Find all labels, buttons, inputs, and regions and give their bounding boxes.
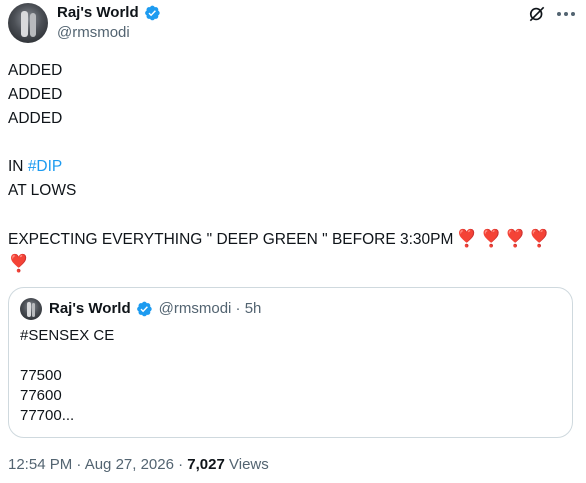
heart-exclamation-icon: ❣️: [528, 229, 551, 248]
verified-badge-icon: [144, 5, 160, 21]
hashtag-link[interactable]: #DIP: [28, 158, 62, 175]
tweet-line: IN #DIP: [8, 155, 576, 179]
heart-exclamation-icon: ❣️: [456, 229, 478, 248]
tweet-timestamp[interactable]: 12:54 PM · Aug 27, 2026 · 7,027 Views: [8, 455, 269, 475]
author-avatar[interactable]: [8, 3, 48, 43]
views-count: 7,027: [187, 456, 225, 473]
author-name[interactable]: Raj's World: [57, 4, 139, 22]
heart-exclamation-icon: ❣️: [480, 229, 502, 248]
quoted-line: 77700...: [20, 407, 75, 424]
quoted-handle-time: @rmsmodi · 5h: [158, 300, 262, 317]
verified-badge-icon: [136, 301, 152, 317]
quoted-tweet-card[interactable]: Raj's World @rmsmodi · 5h #SENSEX CE 775…: [8, 287, 573, 438]
tweet-line: ADDED: [8, 110, 63, 127]
tweet-line: EXPECTING EVERYTHING " DEEP GREEN " BEFO…: [8, 227, 576, 252]
more-options-icon[interactable]: [556, 4, 576, 24]
expect-text: EXPECTING EVERYTHING " DEEP GREEN " BEFO…: [8, 231, 454, 248]
tweet-line: AT LOWS: [8, 182, 77, 199]
quoted-author-name: Raj's World: [49, 300, 131, 317]
more-dot: [564, 12, 568, 16]
timestamp-text[interactable]: 12:54 PM · Aug 27, 2026 ·: [8, 456, 187, 473]
views-label: Views: [224, 456, 269, 473]
more-dot: [557, 12, 561, 16]
quoted-tweet-text: #SENSEX CE 77500 77600 77700...: [20, 326, 114, 426]
author-name-row[interactable]: Raj's World: [57, 4, 161, 22]
author-handle[interactable]: @rmsmodi: [57, 24, 130, 42]
tweet-line: ❣️: [8, 252, 576, 277]
quoted-tweet-header: Raj's World @rmsmodi · 5h: [49, 300, 261, 318]
grok-icon[interactable]: [527, 4, 547, 24]
heart-exclamation-icon: ❣️: [8, 254, 30, 273]
tweet-text: ADDED ADDED ADDED IN #DIP AT LOWS EXPECT…: [8, 59, 576, 277]
more-dot: [571, 12, 575, 16]
heart-exclamation-icon: ❣️: [504, 229, 526, 248]
quoted-author-avatar: [20, 298, 42, 320]
quoted-line-blank: [20, 346, 114, 366]
quoted-line: 77600: [20, 387, 62, 404]
quoted-line: 77500: [20, 367, 62, 384]
tweet-text-prefix: IN: [8, 158, 28, 175]
quoted-line: #SENSEX CE: [20, 327, 115, 344]
tweet-line: ADDED: [8, 62, 63, 79]
tweet-line: ADDED: [8, 86, 63, 103]
